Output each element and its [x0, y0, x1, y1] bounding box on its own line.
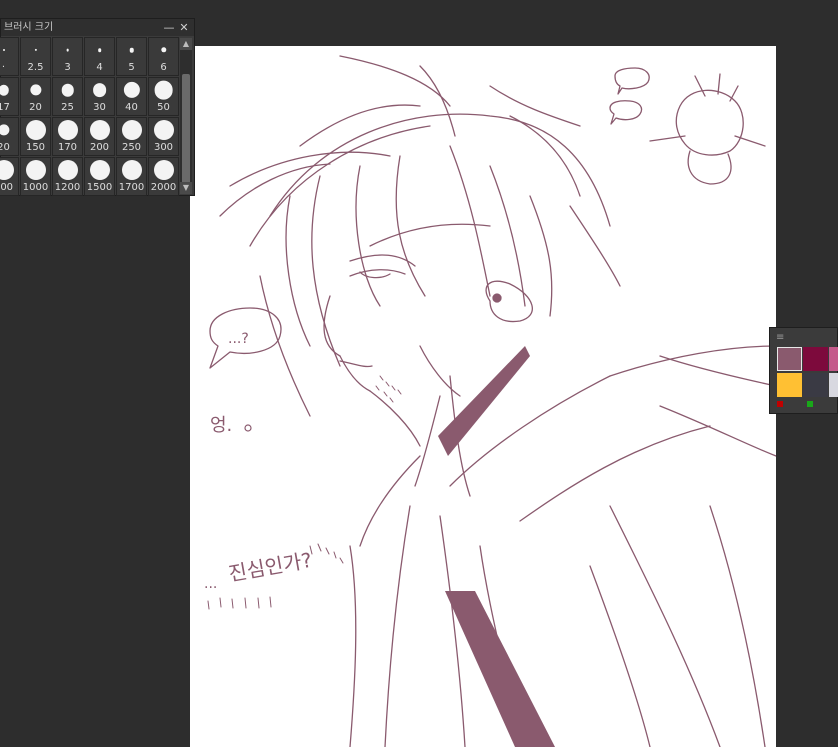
brush-size-option[interactable]: 170 [52, 117, 83, 156]
brush-size-option[interactable]: 30 [84, 77, 115, 116]
brush-size-preview-icon [89, 160, 110, 180]
brush-size-preview-icon [0, 84, 9, 96]
brush-size-preview-icon [0, 124, 10, 136]
brush-size-option[interactable]: 6 [148, 37, 179, 76]
brush-size-label: 50 [157, 102, 170, 113]
handwritten-text-3: ...? [228, 331, 249, 347]
brush-size-label: 20 [29, 102, 42, 113]
brush-size-option[interactable]: 1700 [116, 157, 147, 196]
brush-panel-scrollbar[interactable]: ▲ ▼ [180, 38, 192, 194]
brush-size-option[interactable]: 40 [116, 77, 147, 116]
brush-size-label: 800 [0, 182, 14, 193]
color-palette-panel: ≡ [769, 327, 838, 414]
brush-size-preview-icon [57, 120, 78, 140]
brush-size-preview-icon [29, 84, 42, 96]
brush-size-panel: 브러시 크기 — ✕ · 2.5 3 4 5 6 17 20 25 30 40 50 20 150 170 2… [0, 18, 195, 196]
brush-size-label: 300 [153, 142, 174, 153]
brush-size-label: 6 [160, 62, 167, 73]
brush-size-label: 2.5 [27, 62, 44, 73]
brush-size-option[interactable]: 800 [0, 157, 19, 196]
brush-size-option[interactable]: · [0, 37, 19, 76]
brush-size-label: 1200 [54, 182, 81, 193]
brush-size-preview-icon [129, 47, 134, 53]
brush-size-option[interactable]: 4 [84, 37, 115, 76]
brush-size-label: 150 [25, 142, 46, 153]
menu-icon[interactable]: ≡ [776, 333, 784, 343]
brush-size-preview-icon [153, 120, 174, 140]
brush-size-preview-icon [121, 120, 142, 140]
brush-size-label: 1000 [22, 182, 49, 193]
brush-size-option[interactable]: 1200 [52, 157, 83, 196]
brush-size-option[interactable]: 25 [52, 77, 83, 116]
brush-size-preview-icon [34, 48, 37, 52]
brush-size-preview-icon [92, 83, 107, 97]
brush-size-preview-icon [154, 80, 173, 100]
brush-size-label: · [1, 62, 6, 73]
brush-size-option[interactable]: 2.5 [20, 37, 51, 76]
brush-size-preview-icon [25, 160, 46, 180]
brush-size-option[interactable]: 17 [0, 77, 19, 116]
brush-size-option[interactable]: 200 [84, 117, 115, 156]
brush-size-label: 1700 [118, 182, 145, 193]
brush-size-label: 250 [121, 142, 142, 153]
brush-panel-title: 브러시 크기 [4, 22, 54, 33]
handwritten-text-1: 엉. [210, 415, 232, 436]
color-swatch-2[interactable] [803, 347, 828, 371]
brush-size-label: 30 [93, 102, 106, 113]
color-mini-swatch-1[interactable] [777, 401, 783, 407]
close-icon[interactable]: ✕ [178, 19, 190, 36]
brush-size-label: 2000 [150, 182, 177, 193]
brush-size-option[interactable]: 50 [148, 77, 179, 116]
brush-size-label: 170 [57, 142, 78, 153]
brush-size-preview-icon [89, 120, 110, 140]
brush-size-preview-icon [121, 160, 142, 180]
brush-size-option[interactable]: 3 [52, 37, 83, 76]
brush-size-label: 40 [125, 102, 138, 113]
workspace-background: 엉. 진심인가? ...? ... 브러시 크기 — ✕ · 2.5 3 4 5 6 17 2… [0, 0, 838, 747]
color-swatch-5[interactable] [803, 373, 828, 397]
brush-size-preview-icon [123, 81, 140, 99]
brush-size-label: 4 [96, 62, 103, 73]
brush-size-option[interactable]: 250 [116, 117, 147, 156]
drawing-canvas[interactable]: 엉. 진심인가? ...? ... [190, 46, 776, 747]
handwritten-text-4: ... [204, 576, 217, 592]
brush-size-option[interactable]: 2000 [148, 157, 179, 196]
brush-size-option[interactable]: 1500 [84, 157, 115, 196]
color-mini-swatch-2[interactable] [807, 401, 813, 407]
brush-size-label: 200 [89, 142, 110, 153]
scroll-down-icon[interactable]: ▼ [180, 182, 192, 194]
brush-size-option[interactable]: 20 [20, 77, 51, 116]
brush-size-grid: · 2.5 3 4 5 6 17 20 25 30 40 50 20 150 170 200 250 300 800… [0, 37, 179, 196]
brush-size-option[interactable]: 300 [148, 117, 179, 156]
minimize-icon[interactable]: — [163, 19, 175, 36]
color-swatch-1[interactable] [777, 347, 802, 371]
brush-size-label: 1500 [86, 182, 113, 193]
brush-size-preview-icon [66, 48, 69, 52]
brush-size-option[interactable]: 150 [20, 117, 51, 156]
brush-size-option[interactable]: 5 [116, 37, 147, 76]
color-swatch-6[interactable] [829, 373, 838, 397]
brush-size-label: 17 [0, 102, 10, 113]
scroll-up-icon[interactable]: ▲ [180, 38, 192, 50]
brush-size-option[interactable]: 1000 [20, 157, 51, 196]
brush-size-preview-icon [61, 83, 74, 97]
brush-size-preview-icon [2, 49, 5, 51]
brush-size-preview-icon [0, 160, 14, 180]
color-swatch-4[interactable] [777, 373, 802, 397]
brush-size-label: 25 [61, 102, 74, 113]
brush-size-preview-icon [97, 48, 102, 52]
scrollbar-thumb[interactable] [182, 74, 190, 184]
brush-size-label: 5 [128, 62, 135, 73]
brush-size-preview-icon [57, 160, 78, 180]
brush-size-label: 20 [0, 142, 10, 153]
brush-size-label: 3 [64, 62, 71, 73]
sketch-artwork: 엉. 진심인가? ...? ... [204, 55, 776, 747]
brush-size-preview-icon [153, 160, 174, 180]
brush-size-preview-icon [160, 47, 167, 53]
brush-size-option[interactable]: 20 [0, 117, 19, 156]
brush-size-preview-icon [25, 120, 46, 140]
color-swatch-3[interactable] [829, 347, 838, 371]
handwritten-text-2: 진심인가? [227, 548, 314, 586]
brush-panel-title-bar[interactable]: 브러시 크기 — ✕ [1, 19, 194, 36]
